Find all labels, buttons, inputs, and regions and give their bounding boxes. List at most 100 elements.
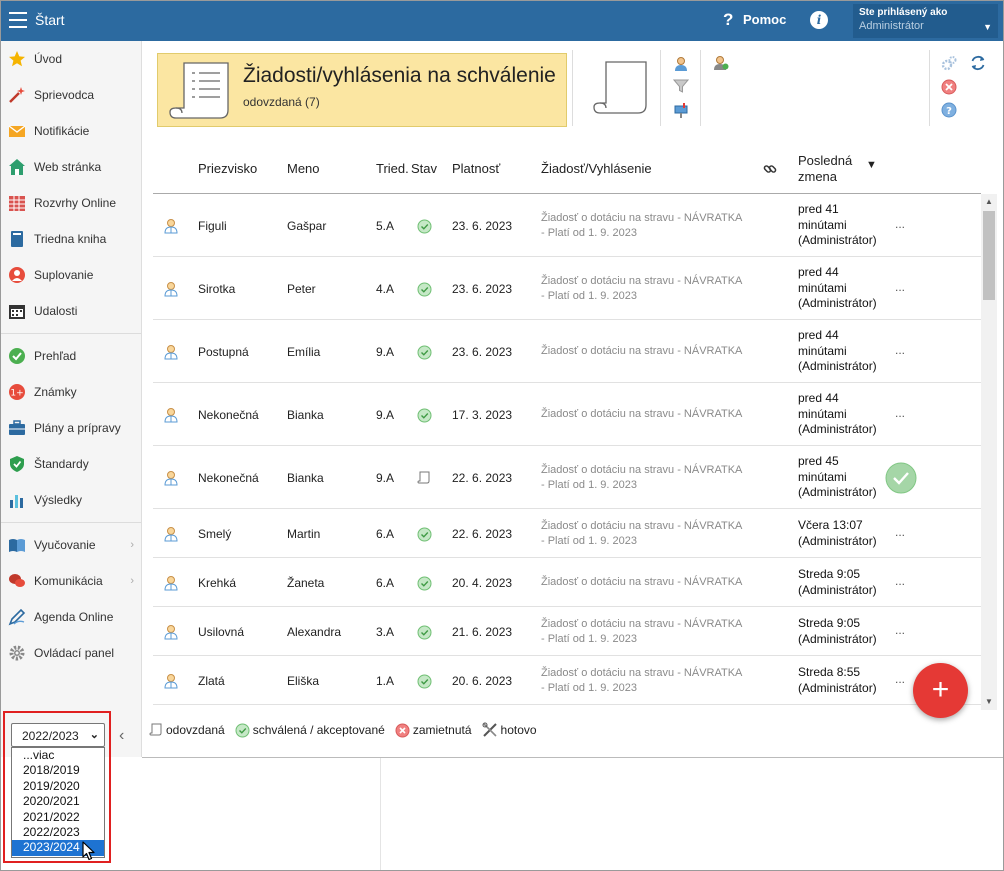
cell-request[interactable]: Žiadosť o dotáciu na stravu - NÁVRATKA - …	[541, 519, 761, 549]
cell-request[interactable]: Žiadosť o dotáciu na stravu - NÁVRATKA	[541, 344, 761, 359]
sidebar-item-komunikacia[interactable]: Komunikácia ›	[1, 563, 141, 599]
row-actions-button[interactable]: ...	[895, 623, 905, 637]
table-row[interactable]: Postupná Emília 9.A 23. 6. 2023 Žiadosť o do…	[153, 320, 981, 383]
cell-request[interactable]: Žiadosť o dotáciu na stravu - NÁVRATKA - …	[541, 666, 761, 696]
sidebar-item-label: Suplovanie	[34, 268, 94, 282]
column-header-last-change[interactable]: Posledná zmena	[798, 153, 852, 184]
column-header-request[interactable]: Žiadosť/Vyhlásenie	[541, 161, 652, 176]
column-header-name[interactable]: Meno	[287, 161, 320, 176]
cell-request[interactable]: Žiadosť o dotáciu na stravu - NÁVRATKA	[541, 407, 761, 422]
sort-descending-icon[interactable]: ▼	[866, 159, 877, 171]
delete-icon[interactable]	[940, 78, 958, 96]
vertical-scrollbar[interactable]: ▲ ▼	[981, 194, 997, 710]
refresh-icon[interactable]	[969, 54, 987, 72]
app-title[interactable]: Štart	[35, 12, 65, 28]
user-add-icon[interactable]	[712, 54, 730, 72]
user-dropdown[interactable]: Ste prihlásený ako Administrátor ▼	[853, 4, 998, 38]
sidebar-item-label: Triedna kniha	[34, 232, 107, 246]
school-year-option[interactable]: 2019/2020	[12, 779, 104, 794]
row-actions-button[interactable]: ...	[895, 343, 905, 357]
add-button[interactable]: +	[913, 663, 968, 718]
sidebar-item-uvod[interactable]: Úvod	[1, 41, 141, 77]
row-actions-button[interactable]: ...	[895, 525, 905, 539]
column-header-validity[interactable]: Platnosť	[452, 161, 500, 176]
sidebar-item-vyucovanie[interactable]: Vyučovanie ›	[1, 527, 141, 563]
school-year-option[interactable]: 2021/2022	[12, 810, 104, 825]
scroll-up-icon[interactable]: ▲	[985, 197, 993, 206]
table-row[interactable]: Zlatá Eliška 1.A 20. 6. 2023 Žiadosť o dotác…	[153, 656, 981, 705]
page-subtitle[interactable]: odovzdaná (7)	[243, 95, 320, 109]
sidebar-item-sprievodca[interactable]: Sprievodca	[1, 77, 141, 113]
cell-surname: Postupná	[198, 344, 249, 359]
cell-validity: 21. 6. 2023	[452, 624, 513, 639]
scroll-down-icon[interactable]: ▼	[985, 697, 993, 706]
last-change-line: (Administrátor)	[798, 582, 877, 597]
table-row[interactable]: Figuli Gašpar 5.A 23. 6. 2023 Žiadosť o dotá…	[153, 194, 981, 257]
approved-check-icon	[417, 674, 432, 692]
menu-icon[interactable]	[9, 12, 27, 28]
bar-chart-icon	[8, 491, 26, 509]
sidebar-item-udalosti[interactable]: Udalosti	[1, 293, 141, 329]
help-icon[interactable]: ?	[723, 10, 733, 30]
sidebar-item-notifikacie[interactable]: Notifikácie	[1, 113, 141, 149]
request-title: Žiadosť o dotáciu na stravu - NÁVRATKA	[541, 211, 743, 224]
table-row[interactable]: Krehká Žaneta 6.A 20. 4. 2023 Žiadosť o dotá…	[153, 558, 981, 607]
row-actions-button[interactable]: ...	[895, 406, 905, 420]
sidebar-item-standardy[interactable]: Štandardy	[1, 446, 141, 482]
scroll-document-icon[interactable]	[590, 59, 652, 121]
column-header-class[interactable]: Tried.	[376, 161, 409, 176]
request-title: Žiadosť o dotáciu na stravu - NÁVRATKA	[541, 575, 743, 588]
cell-request[interactable]: Žiadosť o dotáciu na stravu - NÁVRATKA - …	[541, 617, 761, 647]
column-header-surname[interactable]: Priezvisko	[198, 161, 257, 176]
row-actions-button[interactable]: ...	[895, 217, 905, 231]
sidebar-item-rozvrhy-online[interactable]: Rozvrhy Online	[1, 185, 141, 221]
sidebar-item-agenda-online[interactable]: Agenda Online	[1, 599, 141, 635]
collapse-sidebar-icon[interactable]: ‹	[119, 727, 124, 745]
help-circle-icon[interactable]: ?	[940, 101, 958, 119]
table-row[interactable]: Usilovná Alexandra 3.A 21. 6. 2023 Žiadosť o…	[153, 607, 981, 656]
table-row[interactable]: Nekonečná Bianka 9.A 17. 3. 2023 Žiadosť o d…	[153, 383, 981, 446]
row-actions-button[interactable]: ...	[895, 280, 905, 294]
mailbox-icon[interactable]	[672, 101, 690, 119]
row-actions-button[interactable]: ...	[895, 672, 905, 686]
school-year-option[interactable]: 2022/2023	[12, 825, 104, 840]
mouse-cursor-icon	[82, 841, 95, 861]
info-icon[interactable]: i	[810, 11, 828, 29]
sidebar-item-web-stranka[interactable]: Web stránka	[1, 149, 141, 185]
sidebar-item-triedna-kniha[interactable]: Triedna kniha	[1, 221, 141, 257]
school-year-option[interactable]: ...viac	[12, 748, 104, 763]
scrollbar-thumb[interactable]	[983, 211, 995, 300]
sidebar-item-vysledky[interactable]: Výsledky	[1, 482, 141, 518]
settings-gears-icon[interactable]	[940, 54, 958, 72]
request-validity: - Platí od 1. 9. 2023	[541, 478, 638, 491]
help-link[interactable]: Pomoc	[743, 12, 786, 27]
filter-icon[interactable]	[672, 77, 690, 95]
cell-request[interactable]: Žiadosť o dotáciu na stravu - NÁVRATKA - …	[541, 274, 761, 304]
link-icon[interactable]	[763, 162, 777, 179]
approve-check-button[interactable]	[885, 462, 917, 497]
approved-check-icon	[417, 345, 432, 363]
sidebar-item-suplovanie[interactable]: Suplovanie	[1, 257, 141, 293]
cell-request[interactable]: Žiadosť o dotáciu na stravu - NÁVRATKA - …	[541, 211, 761, 241]
school-year-option[interactable]: 2018/2019	[12, 763, 104, 778]
approved-check-icon	[235, 723, 250, 737]
sidebar-item-plany-a-pripravy[interactable]: Plány a prípravy	[1, 410, 141, 446]
person-icon	[163, 218, 179, 237]
table-row[interactable]: Smelý Martin 6.A 22. 6. 2023 Žiadosť o dotác…	[153, 509, 981, 558]
cell-name: Žaneta	[287, 575, 325, 590]
sidebar-item-znamky[interactable]: 1+ Známky	[1, 374, 141, 410]
school-year-option[interactable]: 2020/2021	[12, 794, 104, 809]
svg-text:?: ?	[946, 106, 952, 117]
sidebar-item-prehlad[interactable]: Prehľad	[1, 338, 141, 374]
cell-request[interactable]: Žiadosť o dotáciu na stravu - NÁVRATKA - …	[541, 463, 761, 493]
cell-validity: 20. 6. 2023	[452, 673, 513, 688]
cell-last-change: pred 44 minútami (Administrátor)	[798, 391, 877, 438]
cell-request[interactable]: Žiadosť o dotáciu na stravu - NÁVRATKA	[541, 575, 761, 590]
table-row[interactable]: Nekonečná Bianka 9.A 22. 6. 2023 Žiadosť o d…	[153, 446, 981, 509]
table-row[interactable]: Sirotka Peter 4.A 23. 6. 2023 Žiadosť o dotá…	[153, 257, 981, 320]
row-actions-button[interactable]: ...	[895, 574, 905, 588]
column-header-state[interactable]: Stav	[411, 161, 437, 176]
school-year-select[interactable]: 2022/2023 ⌄	[11, 723, 105, 747]
sidebar-item-ovladaci-panel[interactable]: Ovládací panel	[1, 635, 141, 671]
user-icon[interactable]	[672, 55, 690, 73]
